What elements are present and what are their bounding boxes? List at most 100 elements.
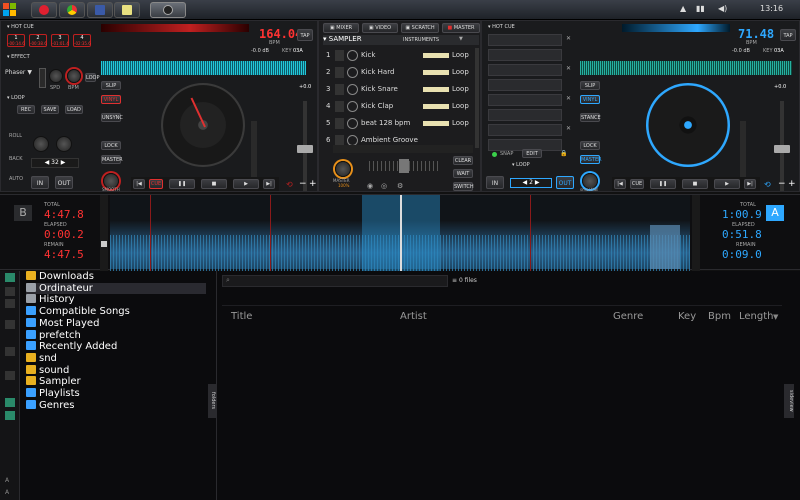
folder-genres[interactable]: Genres xyxy=(26,400,75,411)
sample-row[interactable]: 5 beat 128 bpm Loop xyxy=(323,116,473,132)
search-input[interactable]: ⌕ xyxy=(222,275,448,287)
font-size-icon[interactable]: A xyxy=(5,477,9,484)
tray-network-icon[interactable]: ▮▮ xyxy=(696,4,705,13)
play-button[interactable]: ▶ xyxy=(714,179,740,189)
sample-play-icon[interactable] xyxy=(335,101,344,112)
settings-icon[interactable] xyxy=(5,371,15,380)
hot-cue-slot-7[interactable] xyxy=(488,124,562,136)
hot-cue-slot-4[interactable] xyxy=(488,79,562,91)
lock-icon[interactable]: 🔒 xyxy=(560,150,567,157)
close-icon[interactable]: ✕ xyxy=(566,95,571,102)
taskbar-chrome-icon[interactable] xyxy=(59,2,85,18)
column-length[interactable]: Length xyxy=(739,311,774,322)
dropdown-icon[interactable]: ▼ xyxy=(459,36,463,42)
folder-compatible-songs[interactable]: Compatible Songs xyxy=(26,306,130,317)
minus-icon[interactable]: − xyxy=(299,179,307,189)
tab-master[interactable]: ■ MASTER xyxy=(442,23,480,33)
pause-button[interactable]: ❚❚ xyxy=(169,179,195,189)
loop-right-knob[interactable] xyxy=(56,136,72,152)
snap-indicator[interactable] xyxy=(492,152,497,157)
tab-video[interactable]: ▣ VIDEO xyxy=(362,23,398,33)
loop-size-display[interactable]: ◀ 2 ▶ xyxy=(510,178,552,188)
chevron-right-icon[interactable]: ▶ xyxy=(533,179,540,186)
loop-out-button[interactable]: OUT xyxy=(556,176,574,189)
taskbar-app-icon[interactable] xyxy=(31,2,57,18)
minus-icon[interactable]: − xyxy=(778,179,786,189)
broadcast-icon[interactable]: ◎ xyxy=(381,182,387,190)
master-button[interactable]: MASTER xyxy=(101,155,123,164)
switch-button[interactable]: SWITCH xyxy=(453,182,474,191)
left-jog-wheel[interactable] xyxy=(161,83,245,167)
sample-play-icon[interactable] xyxy=(335,84,344,95)
folder-snd[interactable]: snd xyxy=(26,353,57,364)
master-button[interactable]: MASTER xyxy=(580,155,602,164)
tray-volume-icon[interactable]: ◀) xyxy=(718,4,727,13)
right-zoom-slider[interactable] xyxy=(692,195,700,271)
sampler-toolbar[interactable] xyxy=(333,145,473,153)
edit-button[interactable]: EDIT xyxy=(522,149,542,158)
sample-row[interactable]: 4 Kick Clap Loop xyxy=(323,99,473,115)
tray-clock[interactable]: 13:16 xyxy=(760,4,783,13)
taskbar-virtualdj-icon[interactable] xyxy=(150,2,186,18)
slip-button[interactable]: SLIP xyxy=(101,81,121,90)
hot-cue-slot-1[interactable] xyxy=(488,34,562,46)
right-jog-wheel[interactable] xyxy=(646,83,730,167)
left-overview-waveform[interactable] xyxy=(101,61,306,75)
folder-history[interactable]: History xyxy=(26,294,75,305)
sampler-scrollbar[interactable] xyxy=(475,48,479,148)
browser-tab-icon[interactable] xyxy=(5,273,15,282)
sample-pad-icon[interactable] xyxy=(347,67,358,78)
stop-button[interactable]: ■ xyxy=(682,179,708,189)
hot-cue-3-button[interactable]: 3 -01:01.4 xyxy=(51,34,69,47)
tab-scratch[interactable]: ▣ SCRATCH xyxy=(401,23,439,33)
stance-button[interactable]: STANCE xyxy=(580,113,601,122)
font-size-icon[interactable]: A xyxy=(5,489,9,496)
sample-volume-bar[interactable] xyxy=(423,53,449,58)
sampler-mode-select[interactable]: INSTRUMENTS xyxy=(403,37,439,43)
hot-cue-slot-6[interactable] xyxy=(488,109,562,121)
sort-icon[interactable] xyxy=(5,320,15,329)
column-title[interactable]: Title xyxy=(231,311,252,322)
right-overview-waveform[interactable] xyxy=(580,61,792,75)
left-zoom-slider[interactable] xyxy=(100,195,108,271)
play-button[interactable]: ▶ xyxy=(233,179,259,189)
sample-pad-icon[interactable] xyxy=(347,118,358,129)
column-key[interactable]: Key xyxy=(678,311,696,322)
folder-sound[interactable]: sound xyxy=(26,365,69,376)
sideview-tab[interactable]: sideview xyxy=(784,384,794,418)
sample-volume-bar[interactable] xyxy=(423,70,449,75)
close-icon[interactable]: ✕ xyxy=(566,35,571,42)
effect-select[interactable]: Phaser ▼ xyxy=(5,69,35,80)
sample-volume-bar[interactable] xyxy=(423,104,449,109)
plus-icon[interactable]: + xyxy=(788,179,796,189)
hot-cue-1-button[interactable]: 1 -00:14.6 xyxy=(7,34,25,47)
loop-size-display[interactable]: ◀ 32 ▶ xyxy=(31,158,79,168)
sync-icon[interactable]: ⟲ xyxy=(764,180,771,189)
sample-pad-icon[interactable] xyxy=(347,101,358,112)
sync-icon[interactable]: ⟲ xyxy=(286,180,293,189)
sample-row[interactable]: 2 Kick Hard Loop xyxy=(323,65,473,81)
folder-sampler[interactable]: Sampler xyxy=(26,376,81,387)
stop-button[interactable]: ■ xyxy=(201,179,227,189)
tap-button[interactable]: TAP xyxy=(297,29,313,41)
taskbar-save-icon[interactable] xyxy=(87,2,113,18)
scrolling-waveform[interactable] xyxy=(110,195,690,271)
zoom-handle[interactable] xyxy=(101,241,107,247)
hot-cue-2-button[interactable]: 2 -00:38.6 xyxy=(29,34,47,47)
sample-play-icon[interactable] xyxy=(335,50,344,61)
hot-cue-slot-3[interactable] xyxy=(488,64,562,76)
pitch-slider-handle[interactable] xyxy=(297,145,313,153)
vinyl-button[interactable]: VINYL xyxy=(580,95,600,104)
tray-arrow-icon[interactable]: ▲ xyxy=(680,4,686,13)
settings-gear-icon[interactable]: ⚙ xyxy=(397,182,403,190)
loop-out-button[interactable]: OUT xyxy=(55,176,73,189)
sample-row[interactable]: 1 Kick Loop xyxy=(323,48,473,64)
folder-playlists[interactable]: Playlists xyxy=(26,388,80,399)
slip-button[interactable]: SLIP xyxy=(580,81,600,90)
column-genre[interactable]: Genre xyxy=(613,311,643,322)
crossfader-handle[interactable] xyxy=(399,159,409,173)
close-icon[interactable]: ✕ xyxy=(566,65,571,72)
loop-toggle-button[interactable]: LOOP xyxy=(85,73,100,82)
sample-row[interactable]: 3 Kick Snare Loop xyxy=(323,82,473,98)
sampler-icon[interactable] xyxy=(5,398,15,407)
